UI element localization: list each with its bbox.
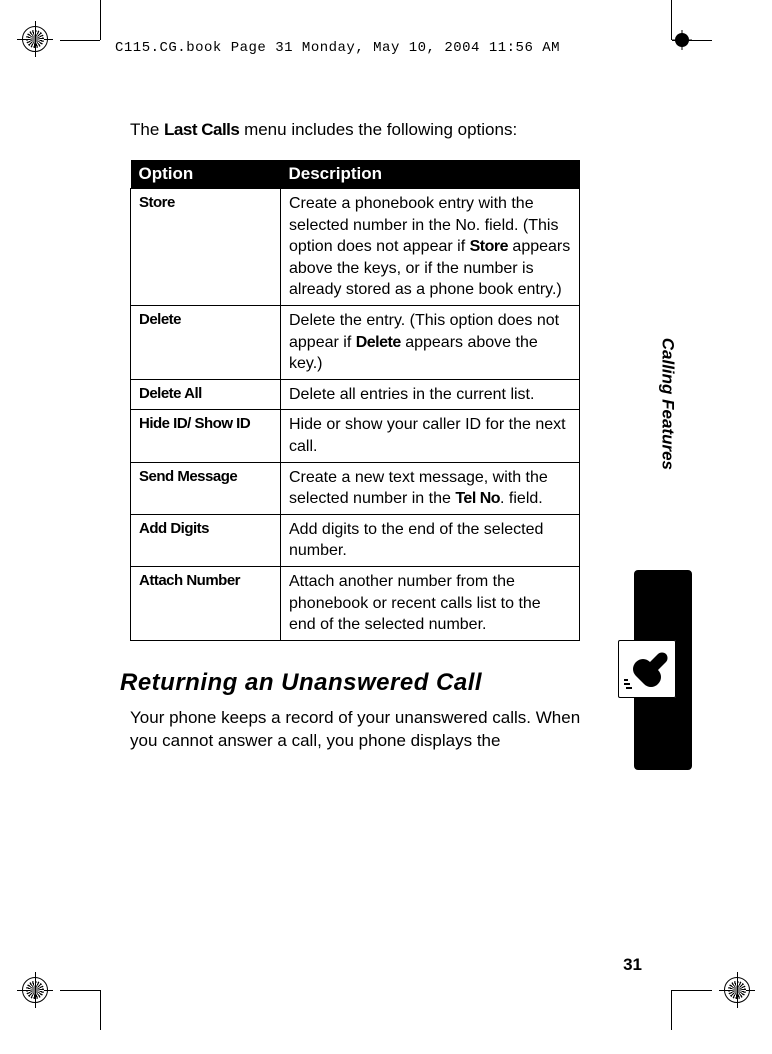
table-row: Delete AllDelete all entries in the curr… <box>131 379 580 410</box>
options-table: Option Description StoreCreate a phonebo… <box>130 160 580 641</box>
table-row: Send MessageCreate a new text message, w… <box>131 462 580 514</box>
option-cell: Attach Number <box>131 566 281 640</box>
crop-mark <box>100 990 101 1030</box>
table-header-description: Description <box>281 160 580 189</box>
description-cell: Add digits to the end of the selected nu… <box>281 514 580 566</box>
registration-mark-icon <box>22 977 48 1003</box>
option-cell: Add Digits <box>131 514 281 566</box>
page-content: The Last Calls menu includes the followi… <box>130 120 610 753</box>
table-header-option: Option <box>131 160 281 189</box>
intro-text: The Last Calls menu includes the followi… <box>130 120 610 140</box>
crop-mark <box>100 0 101 40</box>
crop-mark <box>672 990 712 991</box>
option-cell: Delete <box>131 305 281 379</box>
page-header-meta: C115.CG.book Page 31 Monday, May 10, 200… <box>115 40 560 56</box>
option-cell: Hide ID/ Show ID <box>131 410 281 462</box>
option-cell: Store <box>131 189 281 306</box>
table-row: Add DigitsAdd digits to the end of the s… <box>131 514 580 566</box>
crop-mark <box>671 990 672 1030</box>
section-heading: Returning an Unanswered Call <box>120 669 610 697</box>
registration-mark-icon <box>724 977 750 1003</box>
crop-mark <box>60 990 100 991</box>
phone-handset-icon <box>622 644 672 694</box>
table-row: StoreCreate a phonebook entry with the s… <box>131 189 580 306</box>
page-number: 31 <box>623 955 642 975</box>
intro-post: menu includes the following options: <box>239 120 517 139</box>
option-cell: Send Message <box>131 462 281 514</box>
header-dot-icon <box>672 30 692 50</box>
side-section-label: Calling Features <box>657 338 677 470</box>
intro-bold: Last Calls <box>164 120 239 139</box>
intro-pre: The <box>130 120 164 139</box>
option-cell: Delete All <box>131 379 281 410</box>
crop-mark <box>60 40 100 41</box>
description-cell: Delete all entries in the current list. <box>281 379 580 410</box>
section-paragraph: Your phone keeps a record of your unansw… <box>130 707 610 753</box>
description-cell: Attach another number from the phonebook… <box>281 566 580 640</box>
description-cell: Create a phonebook entry with the select… <box>281 189 580 306</box>
table-row: Hide ID/ Show IDHide or show your caller… <box>131 410 580 462</box>
table-row: Attach NumberAttach another number from … <box>131 566 580 640</box>
table-row: DeleteDelete the entry. (This option doe… <box>131 305 580 379</box>
description-cell: Hide or show your caller ID for the next… <box>281 410 580 462</box>
registration-mark-icon <box>22 26 48 52</box>
description-cell: Create a new text message, with the sele… <box>281 462 580 514</box>
description-cell: Delete the entry. (This option does not … <box>281 305 580 379</box>
